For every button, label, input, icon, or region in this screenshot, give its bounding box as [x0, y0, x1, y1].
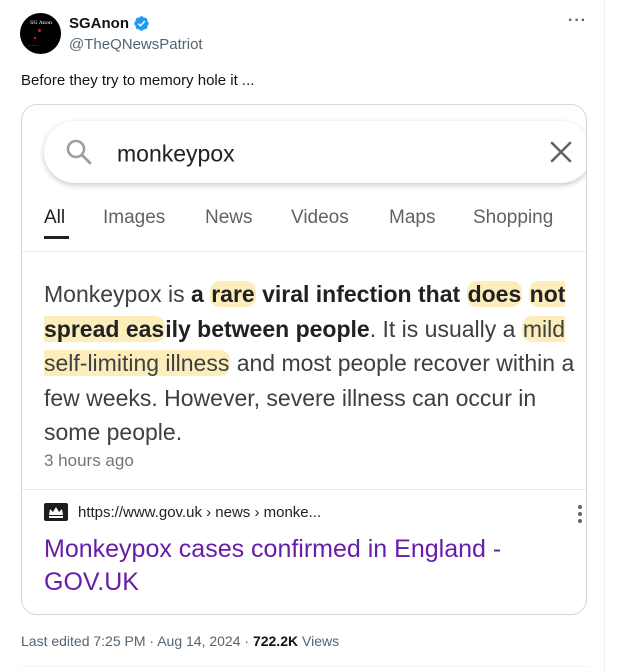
- tab-news: News: [205, 207, 253, 228]
- search-icon: [66, 139, 92, 165]
- tweet-meta: Last edited 7:25 PM · Aug 14, 2024 · 722…: [21, 633, 340, 649]
- views-count: 722.2K: [252, 633, 299, 649]
- edited-timestamp[interactable]: Last edited 7:25 PM · Aug 14, 2024: [21, 633, 241, 649]
- snippet-timestamp: 3 hours ago: [44, 451, 134, 470]
- views-label: Views: [298, 633, 340, 649]
- divider: [22, 489, 586, 490]
- crown-icon: [44, 503, 68, 521]
- tab-images: Images: [103, 207, 166, 228]
- featured-snippet: Monkeypox is a rare viral infection that…: [44, 281, 575, 445]
- ellipsis-icon[interactable]: ···: [568, 12, 587, 30]
- active-tab-indicator: [44, 236, 69, 239]
- result-title: Monkeypox cases confirmed in England - G…: [44, 535, 502, 596]
- divider: [21, 666, 588, 667]
- tab-maps: Maps: [389, 207, 436, 228]
- author-row: SGAnon: [69, 15, 150, 32]
- tab-shopping: Shopping: [473, 207, 554, 228]
- tab-videos: Videos: [291, 207, 349, 228]
- tweet: SG Anon — — — SGAnon @TheQNewsPatriot ··…: [0, 0, 605, 672]
- avatar[interactable]: SG Anon — — —: [20, 13, 61, 54]
- divider: [22, 251, 586, 252]
- author-handle[interactable]: @TheQNewsPatriot: [69, 36, 203, 53]
- tweet-text: Before they try to memory hole it ...: [21, 72, 255, 89]
- search-query: monkeypox: [117, 140, 235, 167]
- tab-all: All: [44, 207, 66, 228]
- author-name[interactable]: SGAnon: [69, 15, 129, 32]
- result-url: https://www.gov.uk › news › monke...: [78, 504, 322, 521]
- search-bar: monkeypox: [44, 121, 586, 183]
- tweet-image[interactable]: monkeypox All Images News Videos Maps Sh…: [21, 104, 587, 615]
- close-icon: [550, 141, 572, 163]
- highlight-rare: rare: [210, 281, 256, 307]
- kebab-menu-icon: [578, 505, 584, 525]
- verified-badge-icon: [134, 16, 149, 31]
- highlight-does: does: [466, 281, 523, 307]
